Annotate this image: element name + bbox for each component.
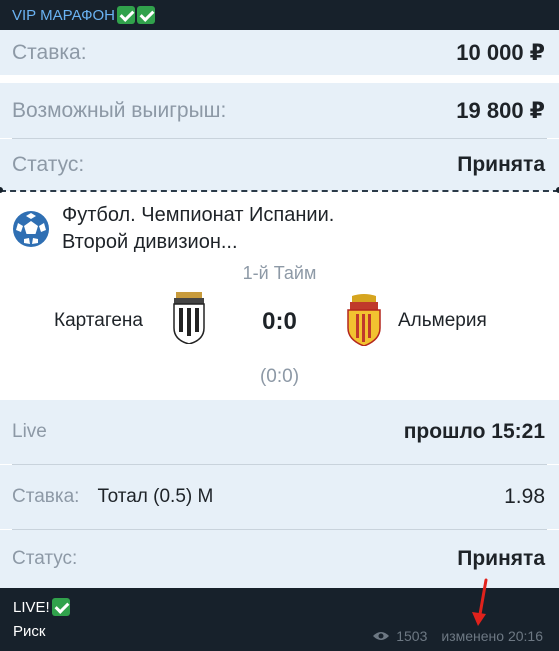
stake-row: Ставка: 10 000 ₽	[0, 30, 559, 75]
match-title-line2: Второй дивизион...	[62, 231, 238, 253]
bet-status-value: Принята	[457, 547, 545, 570]
bet-market: Тотал (0.5) М	[97, 486, 214, 507]
possible-win-label: Возможный выигрыш:	[12, 98, 227, 122]
bet-detail-row: Ставка: Тотал (0.5) М 1.98	[0, 465, 559, 529]
bet-market-group: Ставка: Тотал (0.5) М	[12, 486, 213, 508]
post-caption-line1: LIVE!	[13, 598, 70, 616]
channel-header: VIP МАРАФОН	[0, 0, 559, 30]
status-row: Статус: Принята	[0, 139, 559, 191]
edited-time: изменено 20:16	[441, 628, 543, 644]
eye-icon	[373, 632, 390, 640]
red-arrow-icon	[472, 578, 488, 626]
possible-win-value: 19 800 ₽	[456, 97, 545, 123]
status-value: Принята	[457, 153, 545, 176]
status-label: Статус:	[12, 153, 85, 176]
match-period: 1-й Тайм	[242, 263, 317, 283]
away-team-name: Альмерия	[398, 310, 487, 331]
check-mark-icon	[117, 6, 135, 24]
possible-win-row: Возможный выигрыш: 19 800 ₽	[0, 83, 559, 138]
stake-label: Ставка:	[12, 40, 87, 64]
channel-title[interactable]: VIP МАРАФОН	[12, 7, 115, 24]
check-mark-icon	[51, 598, 70, 616]
ticket-notch	[0, 187, 3, 193]
live-label: Live	[12, 421, 47, 442]
bet-card: Ставка: 10 000 ₽ Возможный выигрыш: 19 8…	[0, 30, 559, 588]
bet-odds: 1.98	[504, 485, 545, 508]
bet-stake-label: Ставка:	[12, 486, 80, 507]
away-team-crest-icon	[347, 294, 381, 346]
bet-status-label: Статус:	[12, 548, 78, 569]
soccer-ball-icon	[13, 211, 49, 247]
match-title-line1: Футбол. Чемпионат Испании.	[62, 204, 335, 226]
stake-value: 10 000 ₽	[456, 39, 545, 65]
live-caption: LIVE!	[13, 598, 50, 616]
halftime-score: (0:0)	[259, 366, 300, 387]
view-count: 1503	[396, 628, 428, 644]
match-title[interactable]: Футбол. Чемпионат Испании. Второй дивизи…	[62, 202, 502, 256]
check-mark-icon	[137, 6, 155, 24]
post-caption-line2: Риск	[13, 623, 46, 640]
live-row: Live прошло 15:21	[0, 400, 559, 464]
post-meta: 1503 изменено 20:16	[372, 628, 543, 644]
ticket-divider	[0, 190, 559, 192]
elapsed-time: прошло 15:21	[403, 420, 545, 443]
